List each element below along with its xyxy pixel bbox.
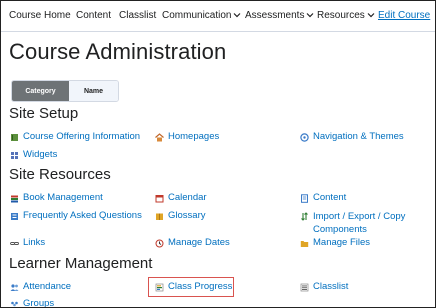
- groups-icon: [10, 300, 19, 308]
- chevron-down-icon: [306, 11, 314, 19]
- link-label: Glossary: [168, 210, 206, 221]
- content-icon: [300, 193, 309, 203]
- nav-communication[interactable]: Communication: [162, 10, 241, 22]
- nav-assessments-label: Assessments: [245, 10, 305, 21]
- section-heading-site-setup: Site Setup: [9, 105, 79, 122]
- nav-classlist[interactable]: Classlist: [119, 10, 156, 22]
- nav-communication-label: Communication: [162, 10, 232, 21]
- link-attendance[interactable]: Attendance: [10, 281, 71, 293]
- link-classlist[interactable]: Classlist: [300, 281, 348, 293]
- link-label: Manage Dates: [168, 237, 230, 248]
- nav-resources-label: Resources: [317, 10, 365, 21]
- link-calendar[interactable]: Calendar: [155, 192, 207, 204]
- link-faq[interactable]: Frequently Asked Questions: [10, 210, 142, 222]
- link-label: Manage Files: [313, 237, 371, 248]
- widgets-icon: [10, 151, 19, 160]
- edit-course-link[interactable]: Edit Course: [378, 10, 430, 22]
- link-groups[interactable]: Groups: [10, 298, 55, 308]
- link-book-management[interactable]: Book Management: [10, 192, 103, 204]
- page-title: Course Administration: [9, 39, 227, 64]
- nav-course-home[interactable]: Course Home: [9, 10, 71, 22]
- link-label: Course Offering Information: [23, 131, 141, 142]
- link-import-export-copy[interactable]: Import / Export / Copy Components: [300, 210, 428, 236]
- folder-icon: [300, 239, 309, 248]
- link-label: Links: [23, 237, 46, 248]
- calendar-icon: [155, 194, 164, 203]
- link-glossary[interactable]: Glossary: [155, 210, 205, 222]
- name-toggle-button[interactable]: Name: [69, 81, 118, 101]
- classlist-icon: [300, 283, 309, 292]
- chevron-down-icon: [233, 11, 241, 19]
- link-manage-dates[interactable]: Manage Dates: [155, 237, 230, 249]
- link-content[interactable]: Content: [300, 192, 346, 204]
- link-icon: [10, 239, 19, 248]
- link-label: Book Management: [23, 192, 103, 203]
- link-label: Classlist: [313, 281, 349, 292]
- nav-resources[interactable]: Resources: [317, 10, 375, 22]
- link-homepages[interactable]: Homepages: [155, 131, 219, 143]
- link-label: Content: [313, 192, 347, 203]
- faq-icon: [10, 212, 19, 221]
- compass-icon: [300, 132, 309, 142]
- link-label: Import / Export / Copy Components: [313, 211, 406, 235]
- category-toggle-button[interactable]: Category: [12, 81, 69, 101]
- link-label: Attendance: [23, 281, 72, 292]
- link-label: Homepages: [168, 131, 220, 142]
- link-label: Calendar: [168, 192, 207, 203]
- books-icon: [10, 194, 19, 203]
- nav-assessments[interactable]: Assessments: [245, 10, 314, 22]
- nav-content[interactable]: Content: [76, 10, 111, 22]
- course-navbar: Course Home Content Classlist Communicat…: [1, 1, 435, 32]
- section-heading-learner-management: Learner Management: [9, 255, 153, 272]
- chevron-down-icon: [367, 11, 375, 19]
- link-label: Widgets: [23, 149, 58, 160]
- link-manage-files[interactable]: Manage Files: [300, 237, 370, 249]
- import-export-icon: [300, 212, 309, 221]
- link-links[interactable]: Links: [10, 237, 45, 249]
- section-heading-site-resources: Site Resources: [9, 166, 111, 183]
- course-admin-page: Course Home Content Classlist Communicat…: [0, 0, 436, 308]
- glossary-icon: [155, 212, 164, 221]
- link-label: Frequently Asked Questions: [23, 210, 142, 221]
- dates-icon: [155, 239, 164, 248]
- attendance-icon: [10, 283, 19, 292]
- link-label: Navigation & Themes: [313, 131, 404, 142]
- home-icon: [155, 132, 164, 142]
- link-course-offering-information[interactable]: Course Offering Information: [10, 131, 140, 143]
- book-icon: [10, 133, 19, 142]
- class-progress-highlight: [148, 277, 234, 297]
- link-navigation-themes[interactable]: Navigation & Themes: [300, 131, 404, 143]
- view-toggle: Category Name: [11, 80, 119, 102]
- link-label: Groups: [23, 298, 55, 308]
- link-widgets[interactable]: Widgets: [10, 149, 57, 161]
